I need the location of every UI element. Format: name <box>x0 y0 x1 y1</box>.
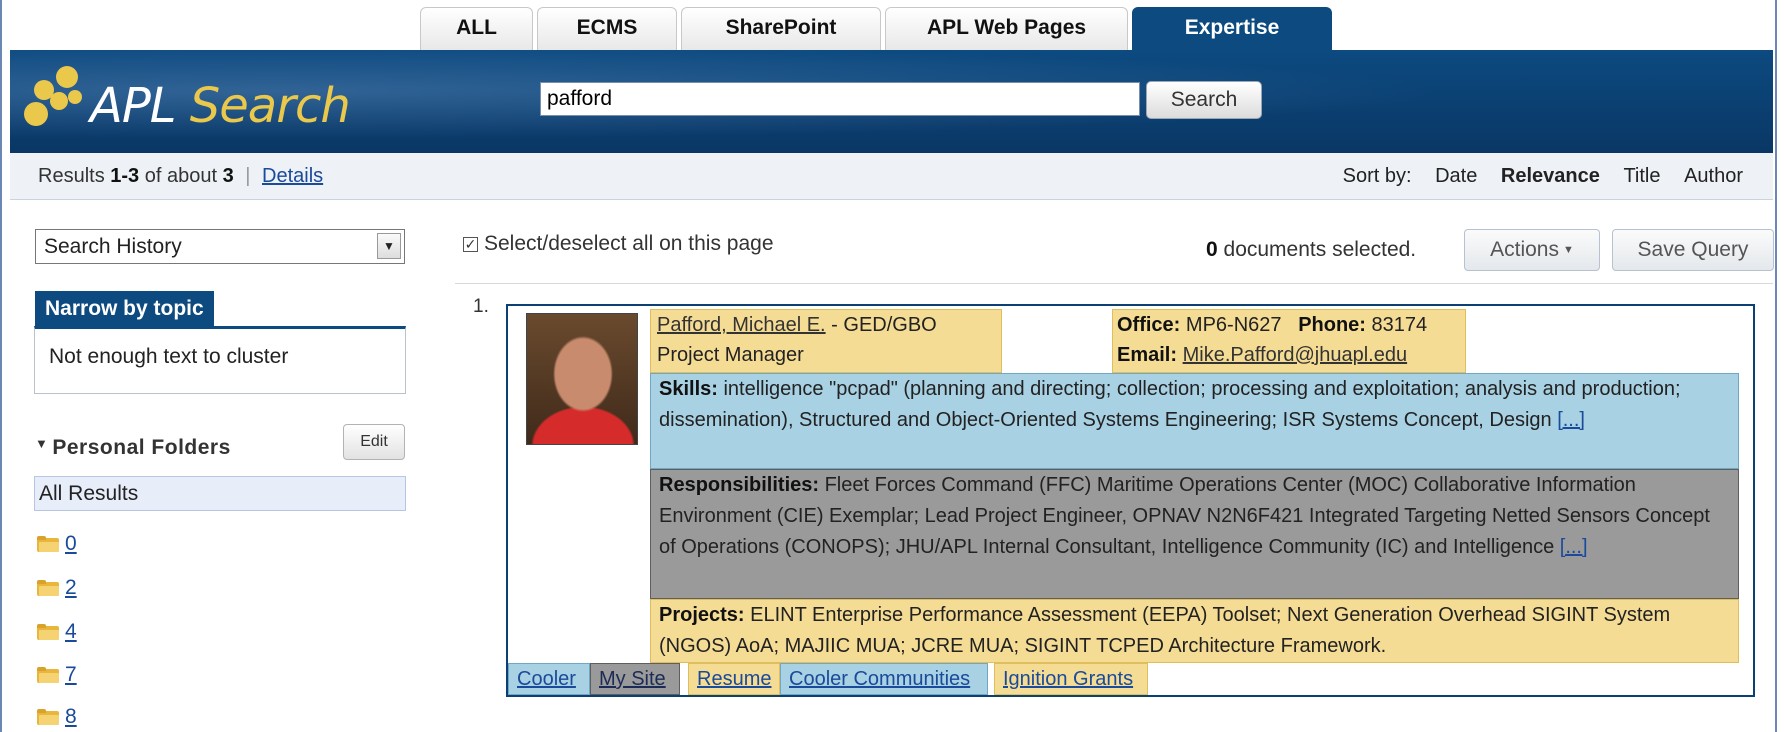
folder-item[interactable]: 0 <box>37 529 77 559</box>
job-title: Project Manager <box>657 344 804 366</box>
results-total: 3 <box>222 165 234 187</box>
name-block: Pafford, Michael E. - GED/GBO Project Ma… <box>650 309 1002 373</box>
documents-selected-status: 0 documents selected. <box>1206 238 1417 261</box>
documents-selected-count: 0 <box>1206 238 1218 261</box>
divider <box>455 283 1773 284</box>
sort-author[interactable]: Author <box>1684 165 1743 187</box>
narrow-by-topic-panel: Not enough text to cluster <box>34 326 406 394</box>
folder-icon <box>37 709 59 725</box>
folder-item[interactable]: 8 <box>37 702 77 732</box>
results-range: 1-3 <box>110 165 140 187</box>
sort-label: Sort by: <box>1342 165 1412 187</box>
contact-block: Office: MP6-N627 Phone: 83174 Email: Mik… <box>1112 309 1466 373</box>
folder-icon <box>37 667 59 683</box>
responsibilities-block: Responsibilities: Fleet Forces Command (… <box>650 469 1739 599</box>
select-all-toggle[interactable]: ✓ Select/deselect all on this page <box>463 232 774 256</box>
sort-title[interactable]: Title <box>1623 165 1660 187</box>
folder-icon <box>37 580 59 596</box>
folder-icon <box>37 624 59 640</box>
select-all-checkbox[interactable]: ✓ <box>463 237 478 252</box>
tab-apl-web-pages[interactable]: APL Web Pages <box>885 7 1128 50</box>
responsibilities-more-link[interactable]: [...] <box>1560 536 1588 558</box>
folder-item[interactable]: 7 <box>37 660 77 690</box>
search-history-select[interactable]: Search History ▼ <box>35 229 405 264</box>
personal-folders-title[interactable]: ▼ Personal Folders <box>35 436 231 460</box>
tab-all[interactable]: ALL <box>420 7 533 50</box>
result-number: 1. <box>473 296 489 317</box>
header-banner: APL Search Search <box>10 50 1773 153</box>
narrow-message: Not enough text to cluster <box>49 345 289 368</box>
apl-logo-icon <box>24 66 90 132</box>
folder-icon <box>37 536 59 552</box>
apl-search-logo: APL Search <box>90 78 351 134</box>
details-link[interactable]: Details <box>262 165 323 187</box>
folder-item[interactable]: 2 <box>37 573 77 603</box>
ignition-grants-link[interactable]: Ignition Grants <box>994 663 1148 695</box>
caret-down-icon: ▼ <box>1562 244 1574 256</box>
save-query-button[interactable]: Save Query <box>1612 229 1774 271</box>
tab-expertise[interactable]: Expertise <box>1132 7 1332 50</box>
sort-relevance[interactable]: Relevance <box>1501 165 1600 187</box>
cooler-communities-link[interactable]: Cooler Communities <box>780 663 988 695</box>
separator: | <box>245 165 251 187</box>
resume-link[interactable]: Resume <box>688 663 780 695</box>
search-input[interactable] <box>540 82 1140 116</box>
person-name-link[interactable]: Pafford, Michael E. <box>657 314 826 336</box>
tab-ecms[interactable]: ECMS <box>537 7 677 50</box>
email-link[interactable]: Mike.Pafford@jhuapl.edu <box>1183 344 1408 366</box>
cooler-link[interactable]: Cooler <box>508 663 590 695</box>
folder-item[interactable]: 4 <box>37 617 77 647</box>
projects-block: Projects: ELINT Enterprise Performance A… <box>650 599 1739 663</box>
tab-sharepoint[interactable]: SharePoint <box>681 7 881 50</box>
my-site-link[interactable]: My Site <box>590 663 680 695</box>
search-button[interactable]: Search <box>1146 81 1262 119</box>
skills-more-link[interactable]: [...] <box>1557 409 1585 431</box>
sort-date[interactable]: Date <box>1435 165 1477 187</box>
actions-button[interactable]: Actions ▼ <box>1464 229 1600 271</box>
skills-block: Skills: intelligence "pcpad" (planning a… <box>650 373 1739 469</box>
results-bar: Results 1-3 of about 3 | Details Sort by… <box>10 153 1773 200</box>
person-photo <box>526 313 638 445</box>
narrow-by-topic-title: Narrow by topic <box>35 291 214 326</box>
edit-folders-button[interactable]: Edit <box>343 424 405 460</box>
dropdown-arrow-icon[interactable]: ▼ <box>377 233 401 259</box>
collapse-triangle-icon[interactable]: ▼ <box>35 436 48 451</box>
results-summary: Results 1-3 of about 3 | Details <box>38 165 324 187</box>
all-results-item[interactable]: All Results <box>34 476 406 511</box>
sort-controls: Sort by: Date Relevance Title Author <box>1343 153 1743 199</box>
